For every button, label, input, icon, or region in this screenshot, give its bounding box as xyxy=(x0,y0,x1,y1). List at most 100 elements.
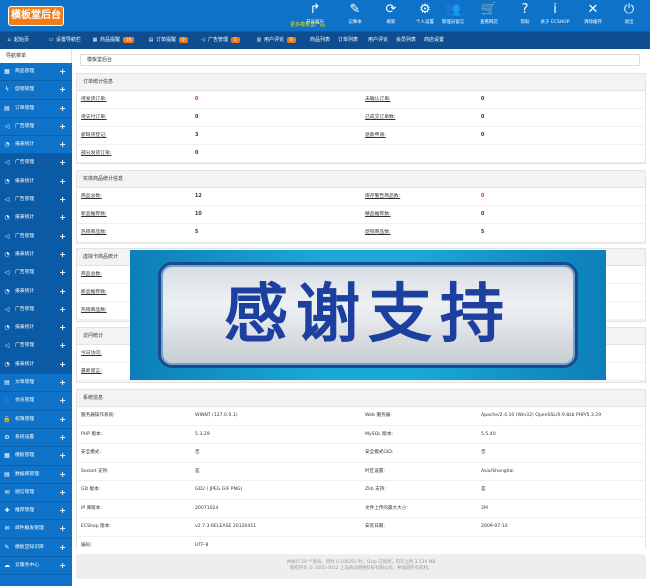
sidebar-item[interactable]: ◔ 报表统计 + xyxy=(0,136,72,155)
sidebar-item[interactable]: ◔ 报表统计 + xyxy=(0,172,72,192)
quick-menu-item[interactable]: 会员列表 xyxy=(396,32,416,49)
expand-plus-icon[interactable]: + xyxy=(59,374,66,392)
stat-label[interactable]: 待发货订单: xyxy=(81,91,107,109)
expand-plus-icon[interactable]: + xyxy=(59,319,66,337)
stat-label: Zlib 支持: xyxy=(365,487,386,492)
logo[interactable]: 模板堂后台 xyxy=(8,6,64,26)
stat-label[interactable]: 精品推荐数: xyxy=(365,206,391,224)
quick-menu-item[interactable]: ◁ 广告管理 1 xyxy=(200,32,240,49)
sidebar-item[interactable]: ◔ 报表统计 + xyxy=(0,319,72,338)
expand-plus-icon[interactable]: + xyxy=(59,246,66,264)
expand-plus-icon[interactable]: + xyxy=(59,63,66,81)
expand-plus-icon[interactable]: + xyxy=(59,228,66,246)
sidebar-item[interactable]: ◁ 广告管理 + xyxy=(0,118,72,137)
expand-plus-icon[interactable]: + xyxy=(59,520,66,538)
expand-plus-icon[interactable]: + xyxy=(59,392,66,410)
stat-label[interactable]: 新品推荐数: xyxy=(81,284,107,302)
expand-plus-icon[interactable]: + xyxy=(59,136,66,154)
expand-plus-icon[interactable]: + xyxy=(59,264,66,282)
expand-plus-icon[interactable]: + xyxy=(59,191,66,209)
expand-plus-icon[interactable]: + xyxy=(59,557,66,575)
stat-label[interactable]: 促销商品数: xyxy=(365,224,391,242)
toolbar-button[interactable]: ⏻ 退出 xyxy=(612,1,646,31)
sidebar-item[interactable]: ϟ 促销管理 + xyxy=(0,81,72,100)
sidebar-item[interactable]: ◔ 报表统计 + xyxy=(0,209,72,228)
expand-plus-icon[interactable]: + xyxy=(59,301,66,319)
stat-row: 新品推荐数: 10 精品推荐数: 0 xyxy=(77,206,645,224)
stat-label[interactable]: 未确认订单: xyxy=(365,91,391,109)
sidebar-item[interactable]: ☁ 云服务中心 + xyxy=(0,557,72,576)
expand-plus-icon[interactable]: + xyxy=(59,81,66,99)
stat-label[interactable]: 商品总数: xyxy=(81,266,102,284)
expand-plus-icon[interactable]: + xyxy=(59,118,66,136)
expand-plus-icon[interactable]: + xyxy=(59,356,66,374)
toolbar-button[interactable]: ⟳ 刷新 xyxy=(374,1,408,31)
sidebar-item[interactable]: ◔ 报表统计 + xyxy=(0,355,72,375)
expand-plus-icon[interactable]: + xyxy=(59,209,66,227)
sidebar-item[interactable]: ▦ 商品管理 + xyxy=(0,63,72,82)
sidebar-item[interactable]: ✉ 邮件群发管理 + xyxy=(0,520,72,539)
quick-menu-item[interactable]: 订单列表 xyxy=(338,32,358,49)
stat-label[interactable]: 已成交订单数: xyxy=(365,109,395,127)
toolbar-button[interactable]: 🛒 查看网店 xyxy=(472,1,506,31)
sidebar-item[interactable]: ✉ 短信管理 + xyxy=(0,484,72,503)
stat-label[interactable]: 今日访问: xyxy=(81,345,102,363)
sidebar-item[interactable]: ✎ 模板堂知识库 + xyxy=(0,539,72,558)
quick-menu-item[interactable]: 商品列表 xyxy=(310,32,330,49)
quick-menu-item[interactable]: ▥ 用户评论 0 xyxy=(256,32,296,49)
toolbar-button[interactable]: 👥 管理员留言 xyxy=(436,1,470,31)
quick-menu-item[interactable]: 用户评论 xyxy=(368,32,388,49)
sidebar-item[interactable]: 🔒 权限管理 + xyxy=(0,411,72,429)
toolbar-button[interactable]: ✎ 记事本 xyxy=(338,1,372,31)
expand-plus-icon[interactable]: + xyxy=(59,283,66,301)
expand-plus-icon[interactable]: + xyxy=(59,484,66,502)
toolbar-button[interactable]: i 关于 ECSHOP xyxy=(538,1,572,31)
sidebar-icon: ✉ xyxy=(4,488,10,496)
expand-plus-icon[interactable]: + xyxy=(59,539,66,557)
quick-menu-item[interactable]: ⌂ 起始页 xyxy=(6,32,29,49)
sidebar-icon: ◔ xyxy=(4,177,10,185)
expand-plus-icon[interactable]: + xyxy=(59,466,66,484)
stat-label[interactable]: 商品总数: xyxy=(81,188,102,206)
stat-label[interactable]: 退款申请: xyxy=(365,127,386,145)
sidebar-item[interactable]: ▤ 文章管理 + xyxy=(0,374,72,393)
toolbar-button[interactable]: ? 帮助 xyxy=(508,1,542,31)
sidebar-item[interactable]: ◁ 广告管理 + xyxy=(0,264,72,283)
sidebar-item[interactable]: ◁ 广告管理 + xyxy=(0,191,72,210)
sidebar-item[interactable]: ◁ 广告管理 + xyxy=(0,227,72,246)
quick-menu-item[interactable]: 商店设置 xyxy=(424,32,444,49)
expand-plus-icon[interactable]: + xyxy=(59,173,66,191)
sidebar-item[interactable]: 👤 会员管理 + xyxy=(0,392,72,411)
sidebar-item[interactable]: ▤ 数据库管理 + xyxy=(0,466,72,484)
sidebar-item[interactable]: ⚙ 系统设置 + xyxy=(0,429,72,448)
stat-label[interactable]: 热销商品数: xyxy=(81,302,107,320)
expand-plus-icon[interactable]: + xyxy=(59,100,66,118)
sidebar-item[interactable]: ◁ 广告管理 + xyxy=(0,154,72,173)
sidebar-item[interactable]: ✚ 推荐管理 + xyxy=(0,502,72,521)
quick-menu-item[interactable]: ▤ 订单提醒 0 xyxy=(148,32,188,49)
expand-plus-icon[interactable]: + xyxy=(59,411,66,429)
quick-menu-item[interactable]: ▦ 商品提醒 16 xyxy=(92,32,135,49)
sidebar-item[interactable]: ▤ 订单管理 + xyxy=(0,100,72,118)
stat-label[interactable]: 热销商品数: xyxy=(81,224,107,242)
stat-label[interactable]: 待支付订单: xyxy=(81,109,107,127)
expand-plus-icon[interactable]: + xyxy=(59,337,66,355)
sidebar-item[interactable]: ◔ 报表统计 + xyxy=(0,245,72,265)
stat-label[interactable]: 最新留言: xyxy=(81,363,102,381)
sidebar-item[interactable]: ◁ 广告管理 + xyxy=(0,300,72,320)
stat-label[interactable]: 部分发货订单: xyxy=(81,145,111,163)
toolbar-button[interactable]: ✕ 清除缓存 xyxy=(576,1,610,31)
expand-plus-icon[interactable]: + xyxy=(59,502,66,520)
stat-label[interactable]: 库存警告商品数: xyxy=(365,188,400,206)
sidebar-item[interactable]: ▦ 模板管理 + xyxy=(0,447,72,466)
order-stats-panel: 订单统计信息 待发货订单: 0 未确认订单: 0 待支付订单: 0 已成交订单数: 0 新缺货登… xyxy=(76,73,646,164)
expand-plus-icon[interactable]: + xyxy=(59,447,66,465)
expand-plus-icon[interactable]: + xyxy=(59,154,66,172)
sidebar-item[interactable]: ◁ 广告管理 + xyxy=(0,337,72,356)
expand-plus-icon[interactable]: + xyxy=(59,429,66,447)
stat-label[interactable]: 新缺货登记: xyxy=(81,127,107,145)
stat-label[interactable]: 新品推荐数: xyxy=(81,206,107,224)
quick-menu-item[interactable]: ▭ 设置导航栏 xyxy=(48,32,81,49)
sidebar-item[interactable]: ◔ 报表统计 + xyxy=(0,282,72,301)
toolbar-button[interactable]: ↱ 开设商户 xyxy=(298,1,332,31)
